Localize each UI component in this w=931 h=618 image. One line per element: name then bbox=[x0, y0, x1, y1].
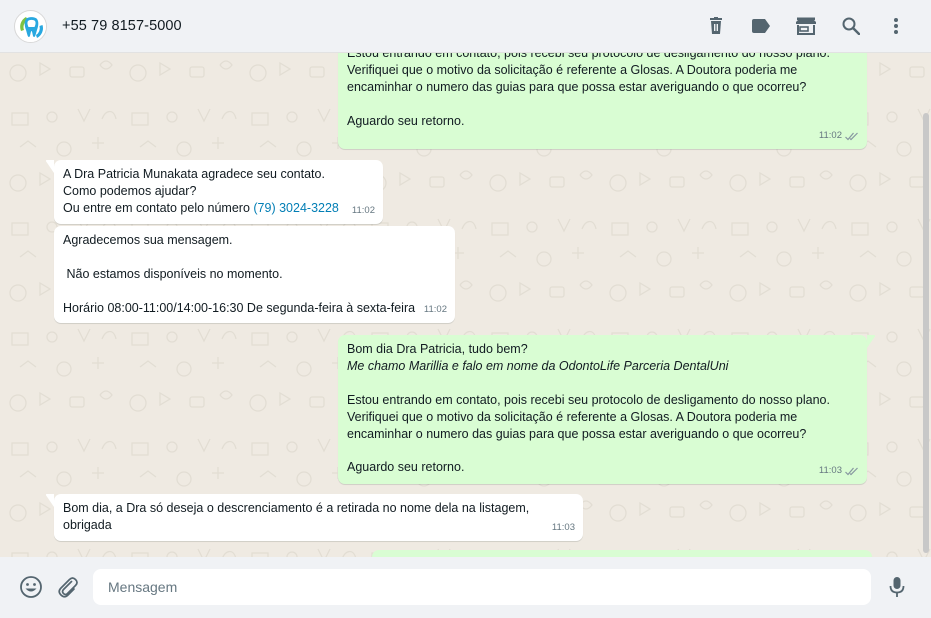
message-line: Me chamo Marillia e falo em nome da Odon… bbox=[347, 358, 858, 375]
message-meta: 11:02 bbox=[352, 203, 375, 220]
message-line-text: Bom dia Dra Patricia, tudo bem? bbox=[347, 342, 528, 356]
message-text: Agradecemos sua mensagem. Não estamos di… bbox=[63, 232, 446, 317]
message-line: Estou entrando em contato, pois recebi s… bbox=[347, 392, 858, 409]
message-bubble-outgoing-partial[interactable] bbox=[372, 550, 872, 557]
message-line-text: Verifiquei que o motivo da solicitação é… bbox=[347, 62, 798, 77]
message-text: Bom dia, a Dra só deseja o descrenciamen… bbox=[63, 500, 574, 534]
more-vertical-icon[interactable] bbox=[884, 14, 908, 38]
message-time: 11:03 bbox=[818, 465, 842, 477]
message-meta: 11:02 bbox=[424, 302, 447, 319]
message-line-text: Horário 08:00-11:00/14:00-16:30 De segun… bbox=[63, 300, 416, 315]
message-text: Estou entrando em contato, pois recebi s… bbox=[347, 53, 858, 130]
message-bubble-outgoing[interactable]: Estou entrando em contato, pois recebi s… bbox=[338, 53, 867, 149]
message-line: encaminhar o numero das guias para que p… bbox=[347, 426, 858, 443]
message-line: Como podemos ajudar? bbox=[63, 183, 374, 200]
message-line-text: Estou entrando em contato, pois recebi s… bbox=[347, 53, 830, 60]
message-bubble-outgoing[interactable]: Bom dia Dra Patricia, tudo bem? Me chamo … bbox=[338, 335, 875, 484]
label-icon[interactable] bbox=[749, 14, 773, 38]
message-line-text: Como podemos ajudar? bbox=[63, 183, 197, 198]
message-line: Aguardo seu retorno. bbox=[347, 459, 858, 476]
store-icon[interactable] bbox=[794, 14, 818, 38]
message-time: 11:02 bbox=[351, 205, 375, 217]
message-line-text: encaminhar o numero das guias para que p… bbox=[347, 79, 807, 94]
chat-scrollbar[interactable] bbox=[923, 113, 929, 553]
message-line: Agradecemos sua mensagem. bbox=[63, 232, 446, 249]
message-line bbox=[63, 249, 446, 266]
message-line-text: Ou entre em contato pelo número bbox=[63, 200, 254, 215]
message-line-text: Agradecemos sua mensagem. bbox=[63, 233, 233, 247]
composer-bar bbox=[0, 557, 931, 618]
bubble-tail bbox=[867, 335, 875, 348]
message-line bbox=[347, 96, 858, 113]
tooth-logo-icon bbox=[16, 12, 46, 42]
emoji-icon[interactable] bbox=[18, 574, 44, 600]
message-time: 11:02 bbox=[423, 304, 447, 316]
message-line: A Dra Patricia Munakata agradece seu con… bbox=[63, 166, 374, 183]
message-line-text: Aguardo seu retorno. bbox=[347, 460, 465, 475]
message-bubble-incoming[interactable]: A Dra Patricia Munakata agradece seu con… bbox=[46, 160, 383, 224]
bubble-tail bbox=[46, 160, 54, 173]
message-line: Estou entrando em contato, pois recebi s… bbox=[347, 53, 858, 62]
message-line-text: A Dra Patricia Munakata agradece seu con… bbox=[63, 167, 325, 181]
contact-name[interactable]: +55 79 8157-5000 bbox=[62, 18, 182, 34]
trash-icon[interactable] bbox=[704, 14, 728, 38]
message-line: Aguardo seu retorno. bbox=[347, 113, 858, 130]
message-line: Bom dia, a Dra só deseja o descrenciamen… bbox=[63, 500, 574, 517]
message-meta: 11:03 bbox=[819, 463, 859, 480]
search-icon[interactable] bbox=[839, 14, 863, 38]
message-line bbox=[347, 442, 858, 459]
message-line: Horário 08:00-11:00/14:00-16:30 De segun… bbox=[63, 300, 446, 317]
message-text: A Dra Patricia Munakata agradece seu con… bbox=[63, 166, 374, 217]
message-line bbox=[347, 375, 858, 392]
message-line-text: Aguardo seu retorno. bbox=[347, 113, 465, 128]
chat-header: +55 79 8157-5000 bbox=[0, 0, 931, 53]
message-bubble-incoming[interactable]: Bom dia, a Dra só deseja o descrenciamen… bbox=[46, 494, 583, 541]
message-meta: 11:03 bbox=[552, 520, 575, 537]
read-receipt-icon bbox=[845, 132, 858, 141]
message-list[interactable]: Estou entrando em contato, pois recebi s… bbox=[0, 53, 931, 557]
message-line-text: Bom dia, a Dra só deseja o descrenciamen… bbox=[63, 501, 530, 515]
read-receipt-icon bbox=[845, 467, 858, 476]
microphone-icon[interactable] bbox=[884, 574, 910, 600]
message-line: Não estamos disponíveis no momento. bbox=[63, 266, 446, 283]
contact-avatar[interactable] bbox=[14, 10, 47, 43]
message-input[interactable] bbox=[93, 569, 871, 605]
attach-icon[interactable] bbox=[55, 574, 81, 600]
message-line: Verifiquei que o motivo da solicitação é… bbox=[347, 62, 858, 79]
message-line-text: Verifiquei que o motivo da solicitação é… bbox=[347, 409, 798, 424]
message-bubble-incoming[interactable]: Agradecemos sua mensagem. Não estamos di… bbox=[54, 226, 455, 323]
message-line-text: obrigada bbox=[63, 517, 112, 532]
message-text: Bom dia Dra Patricia, tudo bem? Me chamo … bbox=[347, 341, 858, 476]
message-line-text: Não estamos disponíveis no momento. bbox=[63, 266, 283, 281]
message-line-text: Me chamo Marillia e falo em nome da Odon… bbox=[347, 358, 729, 373]
message-line: obrigada bbox=[63, 517, 574, 534]
message-meta: 11:02 bbox=[819, 128, 859, 145]
message-line-text: Estou entrando em contato, pois recebi s… bbox=[347, 392, 830, 407]
message-line bbox=[63, 283, 446, 300]
message-line: Verifiquei que o motivo da solicitação é… bbox=[347, 409, 858, 426]
message-line: Ou entre em contato pelo número (79) 302… bbox=[63, 200, 374, 217]
phone-link[interactable]: (79) 3024-3228 bbox=[253, 201, 338, 215]
message-time: 11:03 bbox=[551, 522, 575, 534]
bubble-tail bbox=[46, 494, 54, 507]
message-line: Bom dia Dra Patricia, tudo bem? bbox=[347, 341, 858, 358]
message-line-text: encaminhar o numero das guias para que p… bbox=[347, 426, 807, 441]
message-time: 11:02 bbox=[818, 130, 842, 142]
message-line: encaminhar o numero das guias para que p… bbox=[347, 79, 858, 96]
